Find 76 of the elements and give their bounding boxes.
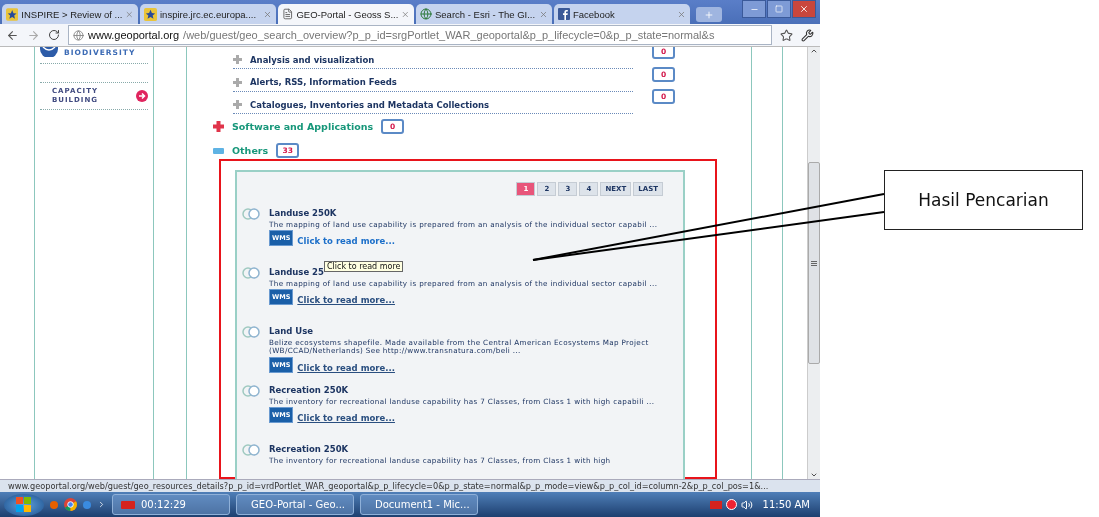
read-more-link[interactable]: Click to read more... [297,295,395,306]
firefox-icon[interactable] [50,500,58,509]
plus-icon[interactable] [233,77,242,87]
star-icon [144,7,157,21]
more-icon[interactable] [97,500,106,509]
close-icon[interactable] [401,9,410,19]
result-title[interactable]: Land Use [269,325,313,336]
close-icon[interactable] [263,9,272,19]
taskbar-button[interactable]: Document1 - Mic... [360,494,478,515]
maximize-icon [775,5,783,13]
result-icon [241,207,261,220]
browser-tab[interactable]: GEO-Portal - Geoss S... [278,4,414,24]
close-button[interactable] [792,0,816,18]
browser-tab[interactable]: Search - Esri - The GI... [416,4,552,24]
plus-icon[interactable] [233,55,242,64]
new-tab-button[interactable] [696,7,722,22]
result-title[interactable]: Landuse 250K [269,207,337,218]
start-button[interactable] [4,493,44,516]
browser-tab[interactable]: inspire.jrc.ec.europa.... [140,4,276,24]
globe-icon [420,8,432,20]
browser-icon[interactable] [83,500,91,509]
result-icon [241,443,261,456]
subcategory-label[interactable]: Catalogues, Inventories and Metadata Collections [250,99,490,110]
scroll-up-icon[interactable] [810,47,818,55]
category-label[interactable]: Software and Applications [232,121,374,133]
chrome-icon [64,498,77,511]
result-icon [241,384,261,397]
browser-tab[interactable]: INSPIRE > Review of ... [2,4,138,24]
clock: 11:50 AM [762,499,810,510]
plus-icon [704,9,714,20]
result-icon [241,266,261,279]
wrench-icon[interactable] [801,28,814,42]
scroll-down-icon[interactable] [810,471,818,479]
star-icon [6,7,19,21]
arrow-circle-icon [136,90,148,102]
tray-icon [709,500,722,509]
read-more-link[interactable]: Click to read more... [297,362,395,373]
grip-icon [811,260,817,266]
tooltip: Click to read more [323,260,404,272]
result-title[interactable]: Recreation 250K [269,443,349,454]
scroll-thumb[interactable] [808,162,820,364]
close-icon [799,4,809,14]
collapse-icon[interactable] [213,147,224,154]
close-icon[interactable] [677,9,686,19]
windows-logo-icon [16,496,32,513]
status-bar: www.geoportal.org/web/guest/geo_resources_details?p_p_id=vrdPortlet_WAR_geoportal&p_p_lifecycle=0&p_p_state=normal&p_p_mode=view&p_p_col_id=column-2&p_p_col_pos=1&... [0,479,820,492]
scrollbar[interactable] [807,47,820,479]
recorder-icon [121,500,135,509]
result-title[interactable]: Recreation 250K [269,384,349,395]
address-field[interactable]: www.geoportal.org /web/guest/geo_search_overview?p_p_id=srgPortlet_WAR_geoportal&p_p_lifecycle=0&p_p_state=normal&s [68,25,772,45]
maximize-button[interactable] [767,0,791,18]
browser-tab[interactable]: Facebook [554,4,690,24]
bookmark-star-icon[interactable] [780,28,793,42]
read-more-link[interactable]: Click to read more... [297,413,395,424]
close-icon[interactable] [125,9,134,19]
read-more-link[interactable]: Click to read more... [297,236,395,247]
facebook-icon [558,8,570,20]
result-icon [241,325,261,338]
back-icon[interactable] [6,28,19,42]
plus-icon[interactable] [233,100,242,109]
minimize-button[interactable] [742,0,766,18]
subcategory-label[interactable]: Alerts, RSS, Information Feeds [250,77,397,87]
volume-icon[interactable] [740,498,753,511]
reload-icon[interactable] [48,29,60,41]
page-icon [282,8,294,20]
globe-icon [73,29,84,41]
record-icon [725,499,737,510]
close-icon[interactable] [539,9,548,19]
forward-icon[interactable] [27,28,40,42]
expand-icon[interactable] [213,121,224,133]
callout-box: Hasil Pencarian [884,170,1083,230]
subcategory-label[interactable]: Analysis and visualization [250,54,375,65]
result-title[interactable]: Landuse 25 [269,266,324,277]
taskbar-button[interactable]: GEO-Portal - Geo... [236,494,354,515]
category-label[interactable]: Others [232,145,269,157]
taskbar-button[interactable]: 00:12:29 [112,494,230,515]
